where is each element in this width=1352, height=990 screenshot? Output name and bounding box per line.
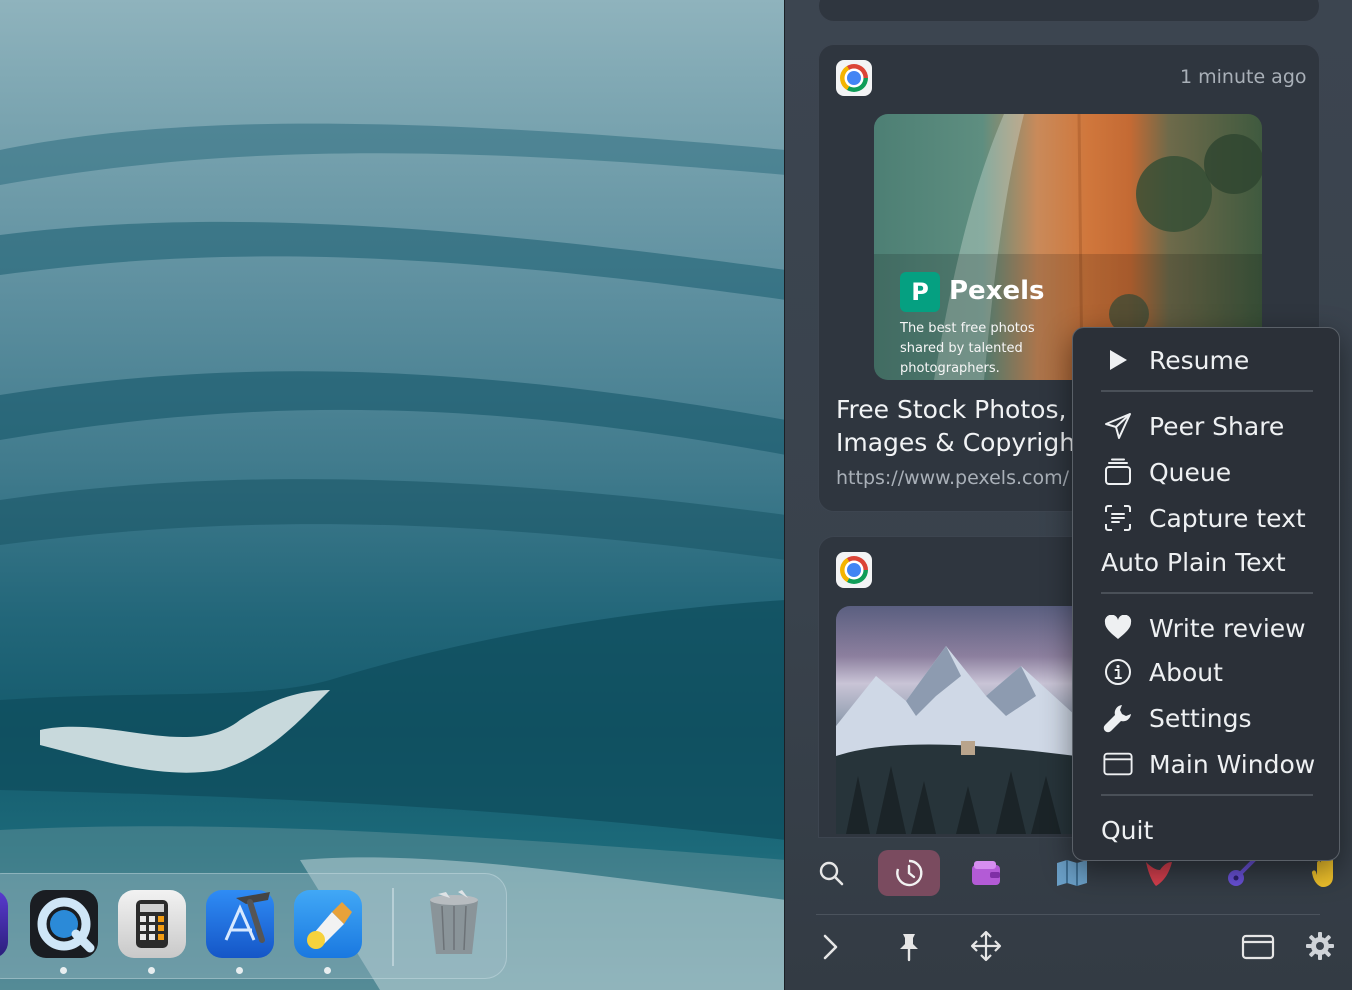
menu-item-resume[interactable]: Resume xyxy=(1073,340,1339,380)
menu-item-capture-text[interactable]: Capture text xyxy=(1073,498,1339,538)
clip-url[interactable]: https://www.pexels.com/ xyxy=(836,467,1069,489)
menu-item-main-window[interactable]: Main Window xyxy=(1073,744,1339,784)
trash-icon[interactable] xyxy=(420,890,488,958)
clip-card-previous[interactable] xyxy=(818,0,1320,22)
stack-icon xyxy=(1103,457,1133,487)
quicktime-icon[interactable] xyxy=(30,890,98,958)
menu-item-label: Capture text xyxy=(1149,503,1306,533)
calculator-icon[interactable] xyxy=(118,890,186,958)
menu-item-label: Write review xyxy=(1149,613,1306,643)
running-indicator xyxy=(148,967,155,974)
wallet-icon[interactable] xyxy=(968,856,1004,890)
dock-separator xyxy=(392,888,394,966)
menu-item-label: Auto Plain Text xyxy=(1101,547,1286,577)
text-scan-icon xyxy=(1103,503,1133,533)
desktop-wallpaper xyxy=(0,0,786,990)
heart-icon xyxy=(1103,613,1133,643)
menu-item-label: Main Window xyxy=(1149,749,1316,779)
menu-item-label: Settings xyxy=(1149,703,1252,733)
dock-app-partial[interactable] xyxy=(0,890,8,958)
chevron-right-icon[interactable] xyxy=(814,930,846,964)
preview-tagline: The best free photos shared by talented … xyxy=(900,321,1035,376)
menu-item-label: About xyxy=(1149,657,1223,687)
menu-separator xyxy=(1101,390,1313,392)
guitar-icon[interactable] xyxy=(1224,856,1260,890)
gear-icon[interactable] xyxy=(1302,928,1338,964)
menu-separator xyxy=(1101,794,1313,796)
info-icon xyxy=(1103,657,1133,687)
preview-brand: Pexels xyxy=(949,276,1045,306)
pin-icon[interactable] xyxy=(892,930,926,964)
menu-item-label: Quit xyxy=(1101,815,1154,845)
menu-item-auto-plain-text[interactable]: Auto Plain Text xyxy=(1073,542,1339,582)
menu-item-peer-share[interactable]: Peer Share xyxy=(1073,406,1339,446)
running-indicator xyxy=(60,967,67,974)
search-icon[interactable] xyxy=(814,856,848,890)
menu-item-quit[interactable]: Quit xyxy=(1073,810,1339,850)
window-icon xyxy=(1103,749,1133,779)
xcode-icon[interactable] xyxy=(206,890,274,958)
play-icon xyxy=(1103,345,1133,375)
menu-item-label: Peer Share xyxy=(1149,411,1285,441)
bird-icon[interactable] xyxy=(1140,856,1176,890)
paper-plane-icon xyxy=(1103,411,1133,441)
toolbar-divider xyxy=(816,914,1320,915)
menu-item-about[interactable]: About xyxy=(1073,652,1339,692)
glue-app-icon[interactable] xyxy=(294,890,362,958)
chrome-icon xyxy=(836,60,872,96)
menu-item-write-review[interactable]: Write review xyxy=(1073,608,1339,648)
map-icon[interactable] xyxy=(1054,856,1090,890)
menu-item-label: Queue xyxy=(1149,457,1232,487)
clip-timestamp: 1 minute ago xyxy=(1180,66,1307,88)
menu-separator xyxy=(1101,592,1313,594)
menu-item-label: Resume xyxy=(1149,345,1250,375)
window-icon[interactable] xyxy=(1240,930,1276,964)
running-indicator xyxy=(236,967,243,974)
history-clock-icon[interactable] xyxy=(878,850,940,896)
move-icon[interactable] xyxy=(968,928,1004,964)
running-indicator xyxy=(324,967,331,974)
menu-item-queue[interactable]: Queue xyxy=(1073,452,1339,492)
clip-title: Free Stock Photos, Images & Copyright xyxy=(836,395,1085,457)
chrome-icon xyxy=(836,552,872,588)
wrench-icon xyxy=(1103,703,1133,733)
menu-item-settings[interactable]: Settings xyxy=(1073,698,1339,738)
context-menu: Resume Peer Share Queue Capture text Aut… xyxy=(1072,327,1340,861)
pexels-logo: P xyxy=(900,272,940,312)
mountain-photo xyxy=(836,606,1076,834)
